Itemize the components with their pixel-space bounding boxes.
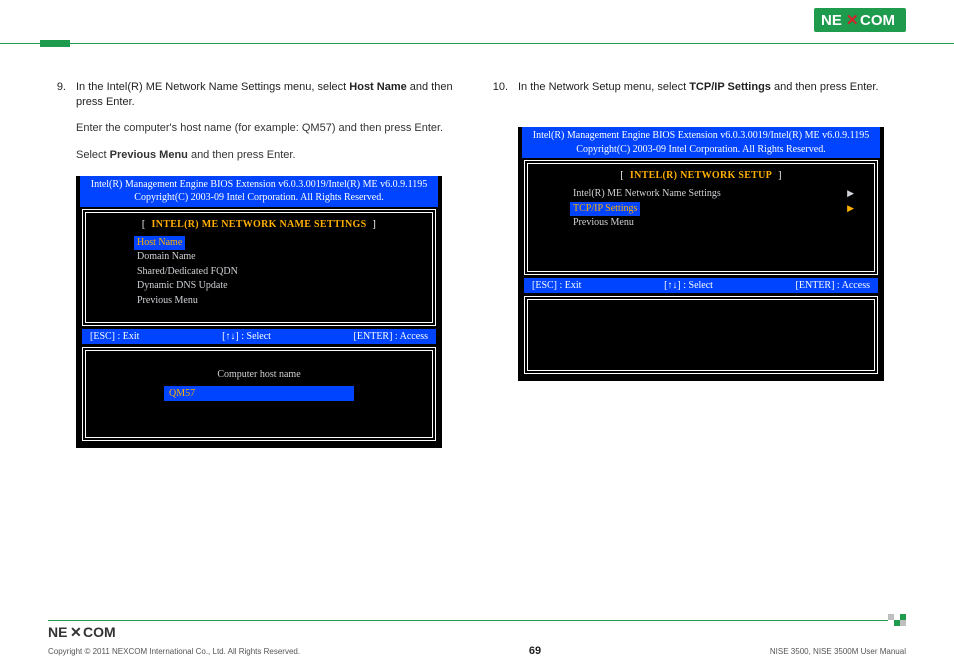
input-label: Computer host name <box>94 369 424 380</box>
menu-row[interactable]: Intel(R) ME Network Name Settings ▶ <box>570 187 858 202</box>
logo-footer: NE ✕ COM <box>48 624 122 640</box>
status-esc: [ESC] : Exit <box>532 280 581 291</box>
bios-panel-empty <box>524 296 878 374</box>
chevron-right-icon: ▶ <box>847 187 854 200</box>
chevron-right-icon: ▶ <box>847 202 854 215</box>
footer: Copyright © 2011 NEXCOM International Co… <box>48 645 906 657</box>
menu-item-domain[interactable]: Domain Name <box>134 250 199 265</box>
copyright: Copyright © 2011 NEXCOM International Co… <box>48 647 300 656</box>
right-column: 10. In the Network Setup menu, select TC… <box>490 80 906 612</box>
header-tab <box>40 40 70 47</box>
bold: TCP/IP Settings <box>689 81 771 93</box>
svg-text:COM: COM <box>83 624 116 640</box>
step-text: In the Intel(R) ME Network Name Settings… <box>76 80 464 111</box>
logo-header: NE ✕ COM <box>814 8 906 32</box>
bios-header-line1: Intel(R) Management Engine BIOS Extensio… <box>526 129 876 143</box>
menu-item-hostname[interactable]: Host Name <box>134 236 185 251</box>
nexcom-logo-icon: NE ✕ COM <box>48 624 122 640</box>
menu-row[interactable]: Previous Menu <box>570 216 858 231</box>
menu-row[interactable]: TCP/IP Settings ▶ <box>570 202 858 217</box>
status-esc: [ESC] : Exit <box>90 331 139 342</box>
bios-title-text: INTEL(R) ME NETWORK NAME SETTINGS <box>152 219 367 230</box>
bios-header-line2: Copyright(C) 2003-09 Intel Corporation. … <box>526 143 876 157</box>
menu-item-netname: Intel(R) ME Network Name Settings <box>570 187 724 202</box>
menu-item-dns[interactable]: Dynamic DNS Update <box>134 279 231 294</box>
step-text: In the Network Setup menu, select TCP/IP… <box>518 80 906 95</box>
left-column: 9. In the Intel(R) ME Network Name Setti… <box>48 80 464 612</box>
svg-text:✕: ✕ <box>70 624 82 640</box>
bold: Previous Menu <box>110 149 188 161</box>
svg-text:✕: ✕ <box>846 12 859 29</box>
bios-panel-menu: [INTEL(R) NETWORK SETUP] Intel(R) ME Net… <box>524 160 878 275</box>
step-number: 10. <box>490 80 508 95</box>
manual-title: NISE 3500, NISE 3500M User Manual <box>770 647 906 656</box>
bios-header: Intel(R) Management Engine BIOS Extensio… <box>80 176 438 207</box>
bios-menu-list: Host Name Domain Name Shared/Dedicated F… <box>134 236 424 309</box>
menu-item-prev[interactable]: Previous Menu <box>134 294 201 309</box>
status-select: [↑↓] : Select <box>222 331 271 342</box>
bios-menu-list: Intel(R) ME Network Name Settings ▶ TCP/… <box>570 187 858 231</box>
menu-item-fqdn[interactable]: Shared/Dedicated FQDN <box>134 265 241 280</box>
bios-header-line1: Intel(R) Management Engine BIOS Extensio… <box>84 178 434 192</box>
nexcom-logo-icon: NE ✕ COM <box>814 8 906 32</box>
footer-rule <box>48 620 906 621</box>
text: and then press Enter. <box>188 149 296 161</box>
paragraph: Enter the computer's host name (for exam… <box>48 121 464 136</box>
menu-item-prev: Previous Menu <box>570 216 637 231</box>
bios-header-line2: Copyright(C) 2003-09 Intel Corporation. … <box>84 191 434 205</box>
bios-status-bar: [ESC] : Exit [↑↓] : Select [ENTER] : Acc… <box>524 278 878 293</box>
bios-panel-menu: [INTEL(R) ME NETWORK NAME SETTINGS] Host… <box>82 209 436 327</box>
status-enter: [ENTER] : Access <box>354 331 428 342</box>
bios-header: Intel(R) Management Engine BIOS Extensio… <box>522 127 880 158</box>
bios-title: [INTEL(R) ME NETWORK NAME SETTINGS] <box>94 219 424 230</box>
page-number: 69 <box>529 645 541 657</box>
bios-screen-right: Intel(R) Management Engine BIOS Extensio… <box>518 127 884 381</box>
svg-text:NE: NE <box>48 624 67 640</box>
bios-title-text: INTEL(R) NETWORK SETUP <box>630 170 772 181</box>
text: and then press Enter. <box>771 81 879 93</box>
step-10: 10. In the Network Setup menu, select TC… <box>490 80 906 95</box>
header-rule <box>0 8 954 44</box>
status-enter: [ENTER] : Access <box>796 280 870 291</box>
hostname-input[interactable]: QM57 <box>164 386 354 401</box>
status-select: [↑↓] : Select <box>664 280 713 291</box>
bios-status-bar: [ESC] : Exit [↑↓] : Select [ENTER] : Acc… <box>82 329 436 344</box>
menu-item-tcpip: TCP/IP Settings <box>570 202 640 217</box>
step-number: 9. <box>48 80 66 111</box>
text: In the Network Setup menu, select <box>518 81 689 93</box>
text: In the Intel(R) ME Network Name Settings… <box>76 81 349 93</box>
bold: Host Name <box>349 81 406 93</box>
svg-text:NE: NE <box>821 12 842 29</box>
bios-panel-input: Computer host name QM57 <box>82 347 436 441</box>
input-value: QM57 <box>169 388 195 399</box>
step-9: 9. In the Intel(R) ME Network Name Setti… <box>48 80 464 111</box>
content-area: 9. In the Intel(R) ME Network Name Setti… <box>48 80 906 612</box>
bios-screen-left: Intel(R) Management Engine BIOS Extensio… <box>76 176 442 449</box>
footer-blocks-icon <box>888 620 906 626</box>
paragraph: Select Previous Menu and then press Ente… <box>48 148 464 163</box>
bios-title: [INTEL(R) NETWORK SETUP] <box>536 170 866 181</box>
svg-text:COM: COM <box>860 12 895 29</box>
text: Select <box>76 149 110 161</box>
